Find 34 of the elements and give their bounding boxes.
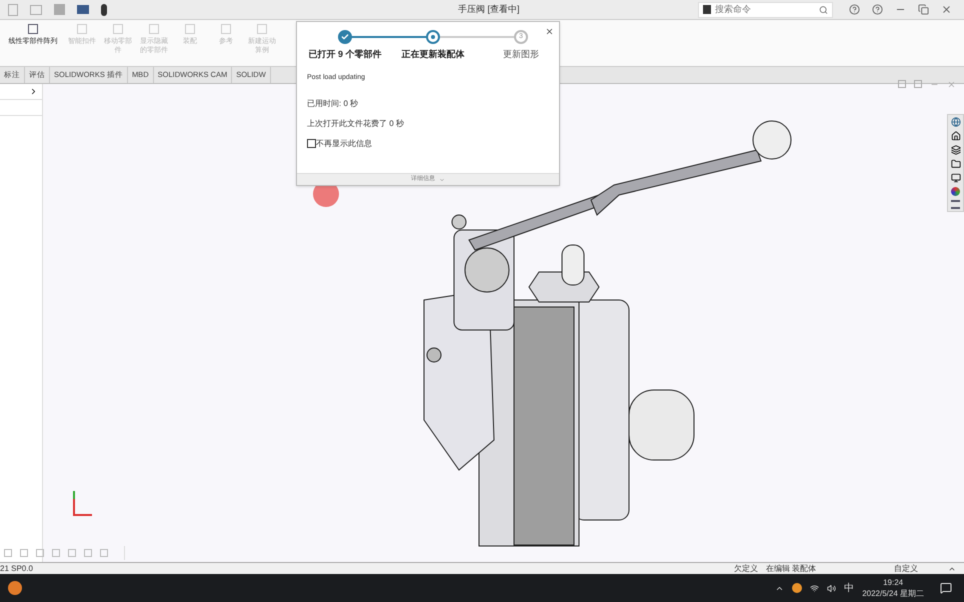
status-text: 在编辑 装配体 [766, 562, 816, 574]
version-text: 21 SP0.0 [0, 562, 33, 574]
close-icon[interactable] [545, 27, 554, 36]
status-text: 自定义 [894, 562, 918, 574]
search-input[interactable]: 搜索命令 [715, 2, 816, 16]
clock[interactable]: 19:24 2022/5/24 星期二 [862, 577, 924, 599]
list-icon[interactable] [951, 200, 960, 209]
window-title: 手压阀 [查看中] [458, 2, 520, 16]
globe-icon[interactable] [950, 117, 960, 127]
wifi-icon[interactable] [810, 584, 820, 592]
view-palette-icon[interactable] [950, 173, 960, 183]
step-label: 更新图形 [503, 49, 539, 59]
status-text: 欠定义 [734, 562, 758, 574]
input-method-indicator[interactable]: 中 [844, 580, 854, 596]
volume-icon[interactable] [827, 584, 836, 592]
tray-app-icon[interactable] [792, 583, 802, 593]
checkbox[interactable] [307, 139, 316, 148]
elapsed-time-text: 已用时间: 0 秒 [307, 98, 360, 110]
close-icon[interactable] [941, 4, 952, 15]
appearance-icon[interactable] [951, 187, 960, 196]
step-label: 已打开 9 个零部件 [308, 49, 382, 59]
last-open-time-text: 上次打开此文件花费了 0 秒 [307, 118, 405, 130]
app-icon[interactable] [8, 581, 22, 595]
checkbox-label: 不再显示此信息 [316, 138, 372, 150]
search-icon [819, 4, 828, 14]
step-label: 正在更新装配体 [402, 49, 464, 59]
search-field[interactable]: 搜索命令 [698, 2, 833, 18]
notification-icon[interactable] [940, 582, 952, 594]
help-icon[interactable] [872, 4, 883, 15]
expand-icon[interactable] [29, 87, 38, 96]
folder-icon[interactable] [950, 159, 960, 169]
caret-icon [439, 176, 445, 182]
restore-icon[interactable] [918, 4, 929, 15]
home-icon[interactable] [950, 131, 960, 141]
